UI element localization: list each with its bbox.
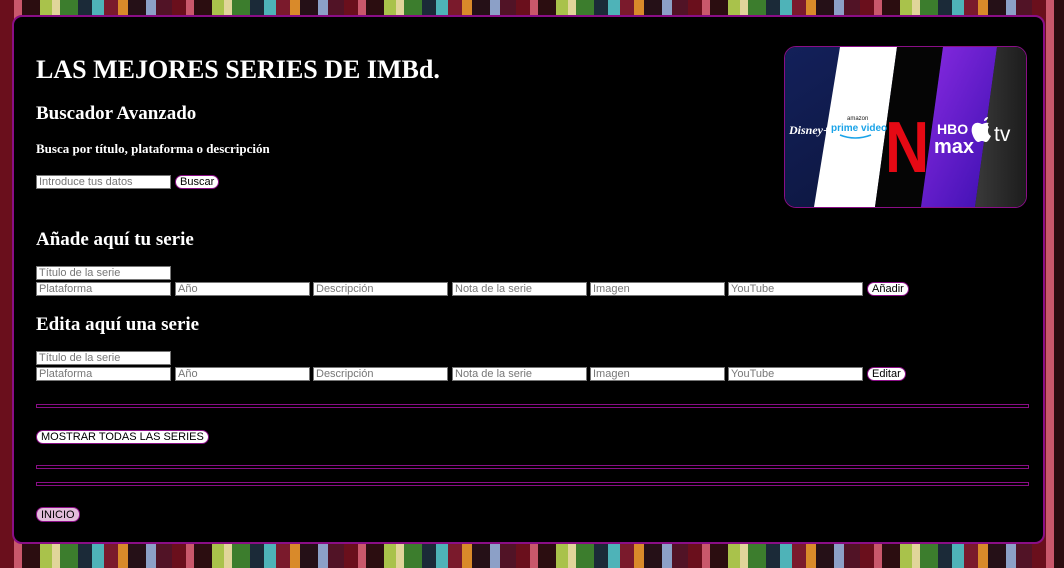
edit-title-input[interactable] xyxy=(36,351,171,365)
edit-description-input[interactable] xyxy=(313,367,448,381)
search-input[interactable] xyxy=(36,175,171,189)
add-description-input[interactable] xyxy=(313,282,448,296)
show-all-series-button[interactable]: MOSTRAR TODAS LAS SERIES xyxy=(36,430,209,444)
edit-heading: Edita aquí una serie xyxy=(36,314,200,335)
add-rating-input[interactable] xyxy=(452,282,587,296)
edit-rating-input[interactable] xyxy=(452,367,587,381)
edit-image-input[interactable] xyxy=(590,367,725,381)
edit-youtube-input[interactable] xyxy=(728,367,863,381)
prime-video-logo: prime video xyxy=(831,123,887,134)
streaming-logos-image: Disney+ amazon prime video N HBO max tv xyxy=(785,47,1026,207)
search-button[interactable]: Buscar xyxy=(175,175,220,189)
home-button[interactable]: INICIO xyxy=(36,507,80,522)
appletv-logo: tv xyxy=(994,123,1011,146)
add-heading: Añade aquí tu serie xyxy=(36,229,194,250)
streaming-platforms-banner: Disney+ amazon prime video N HBO max tv xyxy=(784,46,1027,208)
add-title-input[interactable] xyxy=(36,266,171,280)
divider xyxy=(36,404,1029,408)
hbo-logo: HBO xyxy=(937,121,968,137)
add-button[interactable]: Añadir xyxy=(867,282,909,296)
disney-logo: Disney+ xyxy=(788,123,830,137)
edit-year-input[interactable] xyxy=(175,367,310,381)
edit-platform-input[interactable] xyxy=(36,367,171,381)
netflix-logo: N xyxy=(885,108,929,188)
main-panel: LAS MEJORES SERIES DE IMBd. Buscador Ava… xyxy=(12,15,1045,544)
divider xyxy=(36,482,1029,486)
edit-button[interactable]: Editar xyxy=(867,367,906,381)
add-platform-input[interactable] xyxy=(36,282,171,296)
max-logo: max xyxy=(934,136,974,158)
search-subtitle: Busca por título, plataforma o descripci… xyxy=(36,141,270,156)
search-heading: Buscador Avanzado xyxy=(36,103,197,124)
add-year-input[interactable] xyxy=(175,282,310,296)
amazon-text: amazon xyxy=(847,116,868,122)
page-title: LAS MEJORES SERIES DE IMBd. xyxy=(36,55,440,84)
divider xyxy=(36,465,1029,469)
add-youtube-input[interactable] xyxy=(728,282,863,296)
add-image-input[interactable] xyxy=(590,282,725,296)
